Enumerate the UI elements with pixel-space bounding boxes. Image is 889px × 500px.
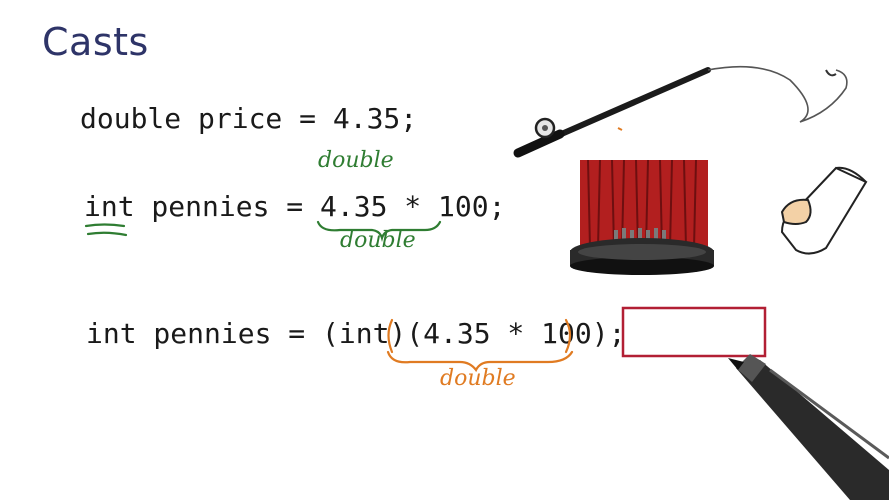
int-underline-marks [84,223,128,237]
drawing-layer [84,65,889,500]
orange-brace [386,350,574,373]
leg-cast-icon [780,166,868,255]
empty-red-box [621,306,767,358]
green-brace [316,220,442,242]
orange-parentheses [387,318,572,354]
orange-dot [617,127,623,131]
fishing-rod-icon [513,65,848,158]
theater-stage-icon [570,159,714,275]
pen-icon [728,354,889,500]
